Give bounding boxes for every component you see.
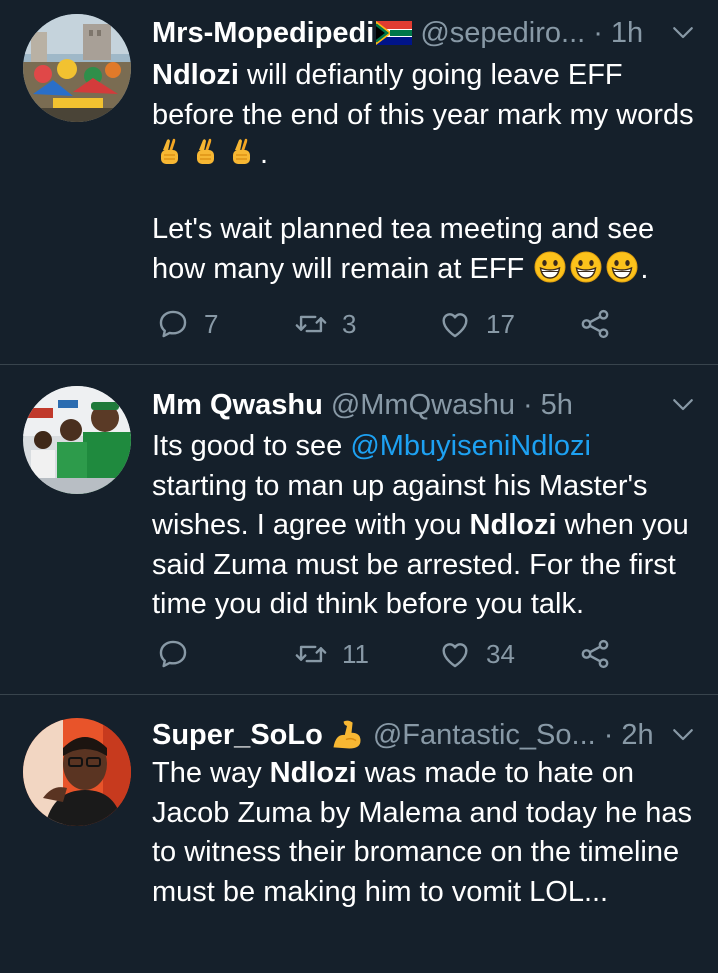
timestamp[interactable]: 1h (611, 17, 643, 50)
timestamp[interactable]: 5h (541, 389, 573, 422)
handle[interactable]: @sepediro... (420, 17, 585, 50)
tweet-text-paragraph-2: Let's wait planned tea meeting and see h… (152, 210, 694, 289)
south-africa-flag-icon (376, 21, 413, 45)
like-count: 17 (486, 308, 515, 339)
reply-count: 7 (204, 308, 219, 339)
tweet-text: Its good to see @MbuyiseniNdlozi startin… (152, 427, 694, 625)
crossed-fingers-emoji (154, 136, 186, 168)
reply-button[interactable]: 7 (156, 304, 218, 344)
grinning-emoji (534, 251, 566, 283)
keyword-bold: Ndlozi (469, 509, 557, 541)
tweet-2[interactable]: Mm Qwashu @MmQwashu · 5h Its good to see… (0, 365, 718, 695)
mention-link[interactable]: @MbuyiseniNdlozi (350, 430, 591, 462)
like-icon (438, 637, 472, 671)
chevron-down-icon[interactable] (668, 719, 698, 749)
handle[interactable]: @MmQwashu (331, 389, 515, 422)
tweet-text: The way Ndlozi was made to hate on Jacob… (152, 754, 694, 912)
chevron-down-icon[interactable] (668, 17, 698, 47)
crossed-fingers-emoji (190, 136, 222, 168)
tweet-text-part: . (260, 138, 269, 170)
display-name[interactable]: Mm Qwashu (152, 389, 323, 422)
tweet-header: Super_SoLo @Fantastic_So... · 2h (152, 715, 698, 755)
flexed-biceps-emoji (329, 717, 365, 753)
reply-icon (156, 307, 190, 341)
like-button[interactable]: 17 (438, 304, 515, 344)
reply-icon (156, 637, 190, 671)
share-button[interactable] (578, 304, 612, 344)
grinning-emoji (606, 251, 638, 283)
separator-dot: · (522, 388, 533, 421)
retweet-button[interactable]: 11 (294, 634, 369, 674)
keyword-bold: Ndlozi (152, 59, 239, 91)
avatar[interactable] (23, 386, 131, 494)
retweet-count: 3 (342, 308, 357, 339)
display-name[interactable]: Super_SoLo (152, 719, 323, 752)
share-icon (578, 307, 612, 341)
retweet-button[interactable]: 3 (294, 304, 356, 344)
like-icon (438, 307, 472, 341)
tweet-text: Ndlozi will defiantly going leave EFF be… (152, 56, 694, 175)
reply-button[interactable] (156, 634, 204, 674)
tweet-1[interactable]: Mrs-Mopedipedi @sepediro... · 1h Ndlozi … (0, 0, 718, 365)
separator-dot: · (593, 16, 603, 49)
tweet-header: Mrs-Mopedipedi @sepediro... · 1h (152, 13, 698, 53)
tweet-3[interactable]: Super_SoLo @Fantastic_So... · 2h The way… (0, 695, 718, 973)
tweet-header: Mm Qwashu @MmQwashu · 5h (152, 385, 698, 425)
crossed-fingers-emoji (226, 136, 258, 168)
like-count: 34 (486, 638, 515, 669)
share-button[interactable] (578, 634, 612, 674)
share-icon (578, 637, 612, 671)
avatar[interactable] (23, 14, 131, 122)
tweet-text-part: . (640, 252, 649, 285)
keyword-bold: Ndlozi (269, 757, 357, 789)
retweet-icon (294, 637, 328, 671)
tweet-actions: 7 3 17 (156, 304, 678, 344)
avatar[interactable] (23, 718, 131, 826)
retweet-count: 11 (342, 638, 369, 669)
tweet-actions: 11 34 (156, 634, 678, 674)
handle[interactable]: @Fantastic_So... (373, 719, 596, 752)
tweet-text-part: Its good to see (152, 430, 351, 462)
separator-dot: · (603, 718, 614, 751)
like-button[interactable]: 34 (438, 634, 515, 674)
timestamp[interactable]: 2h (621, 719, 653, 752)
grinning-emoji (570, 251, 602, 283)
tweet-text-part: The way (152, 757, 270, 789)
retweet-icon (294, 307, 328, 341)
display-name[interactable]: Mrs-Mopedipedi (152, 17, 374, 50)
chevron-down-icon[interactable] (668, 389, 698, 419)
